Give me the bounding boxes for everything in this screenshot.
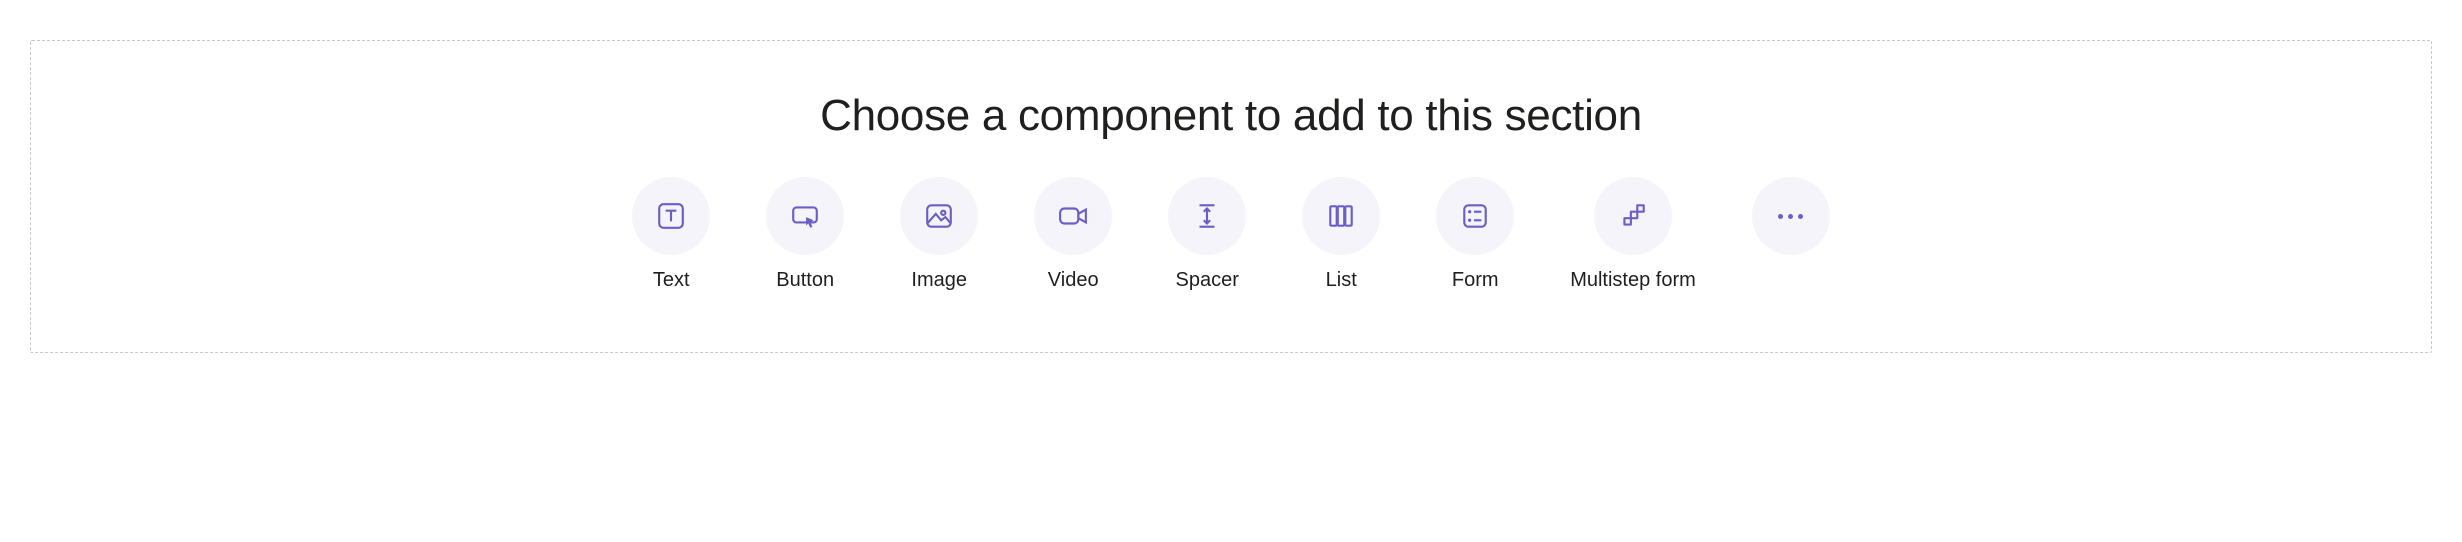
form-icon (1436, 177, 1514, 255)
multistep-icon (1594, 177, 1672, 255)
more-icon (1752, 177, 1830, 255)
spacer-icon (1168, 177, 1246, 255)
component-label: Image (911, 269, 967, 292)
component-label: List (1326, 269, 1357, 292)
list-icon (1302, 177, 1380, 255)
component-label: Button (776, 269, 834, 292)
add-button-component[interactable]: Button (766, 177, 844, 292)
empty-section-placeholder: Choose a component to add to this sectio… (30, 40, 2432, 353)
component-label: Multistep form (1570, 269, 1696, 292)
component-label: Text (653, 269, 690, 292)
component-picker-row: Text Button Image (632, 177, 1830, 292)
add-multistep-form-component[interactable]: Multistep form (1570, 177, 1696, 292)
add-text-component[interactable]: Text (632, 177, 710, 292)
section-title: Choose a component to add to this sectio… (820, 91, 1642, 141)
add-form-component[interactable]: Form (1436, 177, 1514, 292)
component-label: Form (1452, 269, 1499, 292)
component-label: Video (1048, 269, 1099, 292)
component-label: Spacer (1176, 269, 1239, 292)
more-components-button[interactable] (1752, 177, 1830, 255)
add-video-component[interactable]: Video (1034, 177, 1112, 292)
add-spacer-component[interactable]: Spacer (1168, 177, 1246, 292)
image-icon (900, 177, 978, 255)
add-list-component[interactable]: List (1302, 177, 1380, 292)
text-icon (632, 177, 710, 255)
button-icon (766, 177, 844, 255)
add-image-component[interactable]: Image (900, 177, 978, 292)
video-icon (1034, 177, 1112, 255)
